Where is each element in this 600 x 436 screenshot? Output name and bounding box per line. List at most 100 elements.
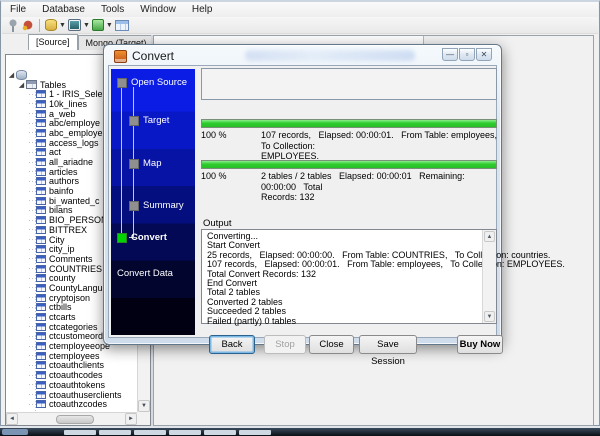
scroll-left-icon[interactable]: ◄ <box>6 413 18 425</box>
table-progress-status: 100 % 107 records, Elapsed: 00:00:01. Fr… <box>201 130 497 162</box>
scroll-down-icon[interactable]: ▼ <box>484 311 495 322</box>
grid-view-button[interactable] <box>115 17 129 33</box>
step-target[interactable]: Target <box>129 115 169 126</box>
menu-file[interactable]: File <box>2 2 34 17</box>
monitor-button[interactable]: ▼ <box>68 17 90 33</box>
step-label: Map <box>143 158 161 169</box>
tree-item[interactable]: ctoauthclients <box>7 361 136 371</box>
tree-branch-line <box>29 317 36 318</box>
table-icon <box>36 352 46 360</box>
step-map[interactable]: Map <box>129 158 161 169</box>
refresh-db-button[interactable] <box>21 17 34 33</box>
edit-database-button[interactable]: ▼ <box>45 17 66 33</box>
step-open-source[interactable]: Open Source <box>117 77 187 88</box>
titlebar-smudge <box>245 50 415 61</box>
maximize-button[interactable]: ▫ <box>459 48 475 61</box>
tree-item-label: 10k_lines <box>49 99 87 109</box>
convert-button[interactable]: ▼ <box>92 17 113 33</box>
tree-item-label: ctbills <box>49 302 72 312</box>
tree-item[interactable]: ctoauthuserclients <box>7 390 136 400</box>
current-progress-panel <box>201 68 497 100</box>
tree-item[interactable]: ctoauthzcodes <box>7 399 136 409</box>
save-session-button[interactable]: Save Session <box>359 335 417 354</box>
tables-folder-icon <box>26 80 37 89</box>
refresh-db-icon <box>21 19 34 32</box>
tree-item-label: ctcustomeord <box>49 331 103 341</box>
total-progress-bar <box>201 160 497 169</box>
tree-item-label: bainfo <box>49 186 74 196</box>
dialog-buttons-row: BackStopCloseSave SessionBuy Now <box>109 335 496 354</box>
expand-icon[interactable]: ◢ <box>7 71 16 79</box>
taskbar-button[interactable] <box>169 430 201 435</box>
scroll-up-icon[interactable]: ▲ <box>484 231 495 242</box>
output-scrollbar[interactable]: ▲ ▼ <box>482 230 496 323</box>
back-button[interactable]: Back <box>209 335 255 354</box>
tree-item-label: all_ariadne <box>49 157 93 167</box>
table-icon <box>36 313 46 321</box>
taskbar-button[interactable] <box>204 430 236 435</box>
grid-view-icon <box>115 20 129 31</box>
progress-percent: 100 % <box>201 130 261 162</box>
menu-tools[interactable]: Tools <box>93 2 132 17</box>
tree-item[interactable]: ctoauthtokens <box>7 380 136 390</box>
tree-item-label: ctoauthclients <box>49 360 104 370</box>
close-button[interactable]: ✕ <box>476 48 492 61</box>
table-icon <box>36 323 46 331</box>
taskbar-button[interactable] <box>99 430 131 435</box>
menu-database[interactable]: Database <box>34 2 93 17</box>
table-icon <box>36 119 46 127</box>
table-icon <box>36 294 46 302</box>
table-icon <box>36 139 46 147</box>
scroll-down-icon[interactable]: ▼ <box>138 400 150 412</box>
tree-item-label: ctoauthcodes <box>49 370 103 380</box>
chevron-down-icon[interactable]: ▼ <box>83 22 90 29</box>
tree-branch-line <box>29 171 36 172</box>
tree-item-label: City <box>49 235 65 245</box>
taskbar-button[interactable] <box>134 430 166 435</box>
table-icon <box>36 90 46 98</box>
step-label: Summary <box>143 200 184 211</box>
tree-horizontal-scrollbar[interactable]: ◄ ► <box>6 412 137 425</box>
table-icon <box>36 265 46 273</box>
scrollbar-thumb[interactable] <box>56 415 94 424</box>
stop-button: Stop <box>264 335 306 354</box>
table-icon <box>36 168 46 176</box>
table-icon <box>36 245 46 253</box>
connect-button[interactable] <box>7 17 19 33</box>
menu-window[interactable]: Window <box>132 2 184 17</box>
table-icon <box>36 303 46 311</box>
buy-now-button[interactable]: Buy Now <box>457 335 503 354</box>
taskbar-button[interactable] <box>64 430 96 435</box>
table-icon <box>36 216 46 224</box>
tree-item-label: 1 - IRIS_Sele <box>49 89 103 99</box>
tree-branch-line <box>29 404 36 405</box>
table-icon <box>36 371 46 379</box>
dialog-title: Convert <box>132 49 174 63</box>
tree-branch-line <box>29 181 36 182</box>
start-button[interactable] <box>2 429 28 435</box>
app-icon <box>114 50 127 63</box>
tab-source[interactable]: [Source] <box>28 34 78 50</box>
minimize-button[interactable]: — <box>442 48 458 61</box>
dialog-titlebar[interactable]: Convert — ▫ ✕ <box>105 46 500 65</box>
chevron-down-icon[interactable]: ▼ <box>59 22 66 29</box>
step-convert[interactable]: Convert <box>117 232 167 243</box>
tree-item[interactable]: ctoauthcodes <box>7 370 136 380</box>
scroll-right-icon[interactable]: ► <box>125 413 137 425</box>
caption-buttons: — ▫ ✕ <box>442 48 492 61</box>
tree-branch-line <box>29 239 36 240</box>
scrollbar-corner <box>137 412 150 425</box>
chevron-down-icon[interactable]: ▼ <box>106 22 113 29</box>
menu-help[interactable]: Help <box>184 2 221 17</box>
taskbar-button[interactable] <box>239 430 271 435</box>
tree-branch-line <box>29 384 36 385</box>
tree-item-label: bilans <box>49 205 73 215</box>
tree-branch-line <box>29 355 36 356</box>
table-icon <box>36 197 46 205</box>
tree-branch-line <box>29 132 36 133</box>
close-button[interactable]: Close <box>309 335 354 354</box>
progress-percent: 100 % <box>201 171 261 203</box>
tree-branch-line <box>29 297 36 298</box>
step-summary[interactable]: Summary <box>129 200 184 211</box>
expand-icon[interactable]: ◢ <box>17 81 26 89</box>
